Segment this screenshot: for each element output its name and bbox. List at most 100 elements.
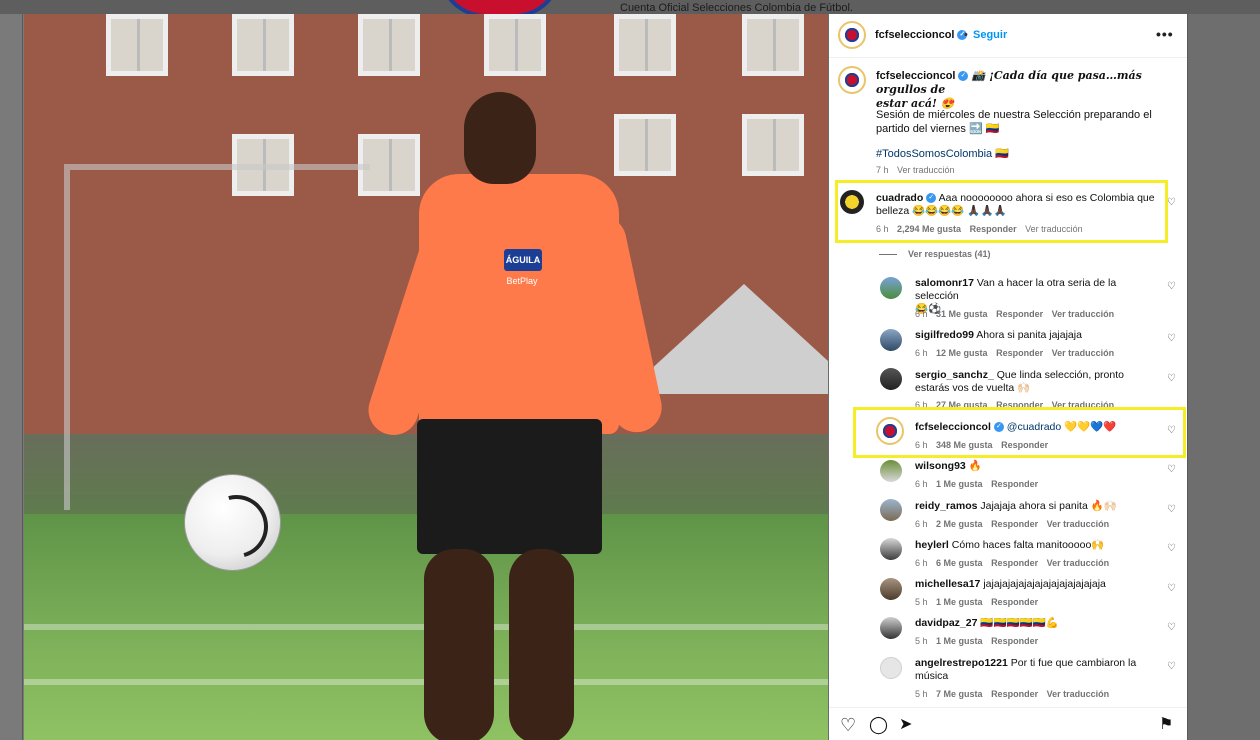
like-heart-icon[interactable]: ♡: [1167, 198, 1177, 208]
post-side-panel: fcfseleccioncol ✓ • Seguir ••• fcfselecci…: [829, 14, 1187, 740]
reply-likes[interactable]: 2 Me gusta: [936, 519, 983, 529]
right-backdrop: [1187, 14, 1260, 740]
caption-line: Sesión de miércoles de nuestra Selección…: [876, 109, 1152, 121]
reply-time: 6 h: [915, 309, 928, 319]
view-replies-button[interactable]: Ver respuestas (41): [908, 249, 991, 259]
comment-meta: 6 h 2,294 Me gusta Responder Ver traducc…: [876, 224, 1083, 234]
reply-username[interactable]: sergio_sanchz_: [915, 369, 994, 381]
reply-likes[interactable]: 7 Me gusta: [936, 689, 983, 699]
translate-link[interactable]: Ver traducción: [1047, 689, 1110, 699]
like-heart-icon[interactable]: ♡: [1167, 623, 1177, 633]
avatar[interactable]: [880, 578, 902, 600]
like-heart-icon[interactable]: ♡: [1167, 282, 1177, 292]
reply-button[interactable]: Responder: [970, 224, 1017, 234]
building-window: [232, 14, 294, 76]
reply-button[interactable]: Responder: [996, 309, 1043, 319]
reply-username[interactable]: wilsong93: [915, 460, 966, 472]
avatar[interactable]: [840, 190, 864, 214]
reply-button[interactable]: Responder: [991, 597, 1038, 607]
jersey-sponsor-text: BetPlay: [506, 276, 538, 286]
like-heart-icon[interactable]: ♡: [1167, 374, 1177, 384]
avatar[interactable]: [880, 368, 902, 390]
reply-button[interactable]: Responder: [1001, 440, 1048, 450]
reply-body: Que linda selección, pronto: [996, 369, 1124, 381]
caption-meta: 7 h Ver traducción: [876, 165, 955, 175]
reply-likes[interactable]: 348 Me gusta: [936, 440, 993, 450]
translate-link[interactable]: Ver traducción: [1047, 558, 1110, 568]
reply-likes[interactable]: 6 Me gusta: [936, 558, 983, 568]
post-caption: fcfseleccioncol ✓ 📸 ¡Cada día que pasa…má…: [876, 69, 1181, 111]
follow-button[interactable]: Seguir: [973, 29, 1007, 41]
reply-meta: 5 h 1 Me gusta Responder: [915, 597, 1038, 607]
reply-button[interactable]: Responder: [991, 689, 1038, 699]
avatar[interactable]: [880, 657, 902, 679]
bookmark-icon[interactable]: ⚑: [1159, 716, 1173, 734]
reply-likes[interactable]: 1 Me gusta: [936, 479, 983, 489]
reply-button[interactable]: Responder: [991, 479, 1038, 489]
more-options-icon[interactable]: •••: [1156, 26, 1174, 42]
like-heart-icon[interactable]: ♡: [1167, 426, 1177, 436]
avatar[interactable]: [880, 329, 902, 351]
caption-username[interactable]: fcfseleccioncol: [876, 70, 955, 82]
reply-username[interactable]: michellesa17: [915, 578, 980, 590]
avatar[interactable]: [880, 538, 902, 560]
separator-dot: •: [964, 29, 968, 41]
like-heart-icon[interactable]: ♡: [1167, 662, 1177, 672]
like-heart-icon[interactable]: ♡: [1167, 334, 1177, 344]
reply-likes[interactable]: 1 Me gusta: [936, 597, 983, 607]
reply-username[interactable]: fcfseleccioncol: [915, 421, 991, 433]
share-icon[interactable]: ➤: [899, 716, 912, 734]
reply-likes[interactable]: 31 Me gusta: [936, 309, 988, 319]
translate-link[interactable]: Ver traducción: [1025, 224, 1083, 234]
comment-likes[interactable]: 2,294 Me gusta: [897, 224, 961, 234]
like-heart-icon[interactable]: ♡: [1167, 584, 1177, 594]
reply-button[interactable]: Responder: [991, 636, 1038, 646]
reply-username[interactable]: reidy_ramos: [915, 500, 977, 512]
reply-username[interactable]: davidpaz_27: [915, 617, 977, 629]
reply-username[interactable]: angelrestrepo1221: [915, 657, 1008, 669]
translate-link[interactable]: Ver traducción: [897, 165, 955, 175]
comment-username[interactable]: cuadrado: [876, 192, 923, 204]
like-heart-icon[interactable]: ♡: [1167, 544, 1177, 554]
avatar[interactable]: [880, 277, 902, 299]
translate-link[interactable]: Ver traducción: [1047, 519, 1110, 529]
avatar[interactable]: [838, 21, 866, 49]
avatar[interactable]: [876, 417, 904, 445]
translate-link[interactable]: Ver traducción: [1052, 348, 1115, 358]
reply-username[interactable]: salomonr17: [915, 277, 974, 289]
hashtag-link[interactable]: #TodosSomosColombia 🇨🇴: [876, 147, 1009, 161]
caption-line: partido del viernes 🔜 🇨🇴: [876, 123, 1000, 135]
reply-meta: 6 h 2 Me gusta Responder Ver traducción: [915, 519, 1109, 529]
reply-body: Cómo haces falta manitooooo🙌: [951, 539, 1105, 551]
reply-username[interactable]: heylerl: [915, 539, 949, 551]
reply-body: 🔥: [968, 460, 982, 472]
reply-likes[interactable]: 12 Me gusta: [936, 348, 988, 358]
reply-time: 6 h: [915, 479, 928, 489]
avatar[interactable]: [880, 499, 902, 521]
comment-icon[interactable]: ◯: [869, 716, 888, 734]
avatar[interactable]: [838, 66, 866, 94]
like-heart-icon[interactable]: ♡: [840, 716, 856, 734]
reply-username[interactable]: sigilfredo99: [915, 329, 974, 341]
reply-text: davidpaz_27 🇨🇴🇨🇴🇨🇴🇨🇴🇨🇴💪: [915, 617, 1160, 630]
like-heart-icon[interactable]: ♡: [1167, 465, 1177, 475]
reply-likes[interactable]: 1 Me gusta: [936, 636, 983, 646]
reply-body: @cuadrado 💛💛💙❤️: [1006, 421, 1117, 433]
replies-line: [879, 254, 897, 255]
avatar[interactable]: [880, 460, 902, 482]
reply-button[interactable]: Responder: [991, 558, 1038, 568]
player-torso: [419, 174, 619, 434]
post-photo: ÁGUILA BetPlay ›: [24, 14, 828, 740]
reply-button[interactable]: Responder: [996, 348, 1043, 358]
translate-link[interactable]: Ver traducción: [1052, 309, 1115, 319]
header-username[interactable]: fcfseleccioncol ✓: [875, 29, 968, 41]
reply-time: 5 h: [915, 597, 928, 607]
building-window: [742, 114, 804, 176]
like-heart-icon[interactable]: ♡: [1167, 505, 1177, 515]
avatar[interactable]: [880, 617, 902, 639]
left-backdrop: [0, 14, 24, 740]
building-window: [614, 14, 676, 76]
player-leg: [509, 549, 574, 740]
reply-button[interactable]: Responder: [991, 519, 1038, 529]
player-head: [464, 92, 536, 184]
